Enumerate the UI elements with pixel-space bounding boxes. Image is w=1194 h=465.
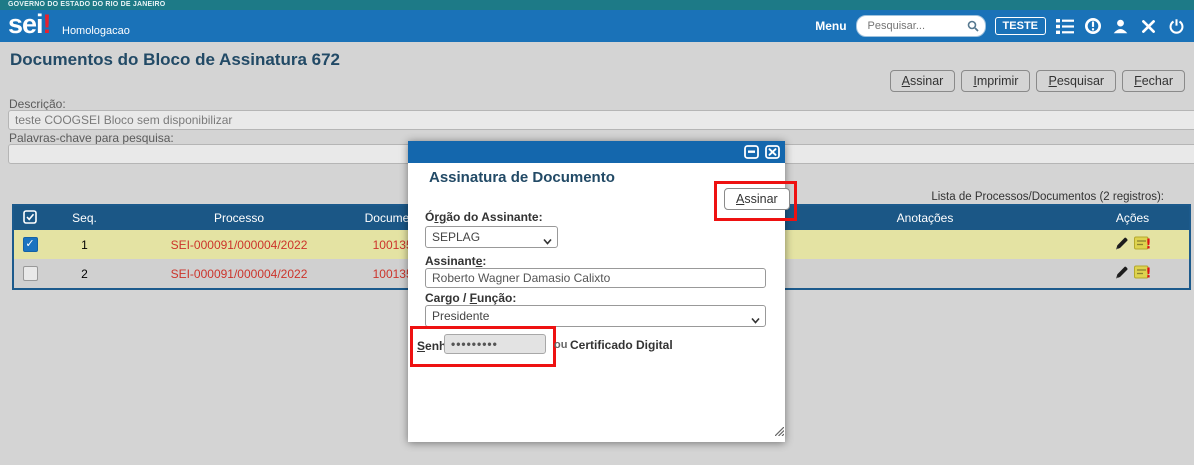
- modal-titlebar[interactable]: [408, 141, 785, 163]
- search-icon[interactable]: [967, 19, 979, 37]
- cell-seq: 2: [46, 259, 123, 289]
- cargo-label: Cargo / Função:: [425, 291, 516, 305]
- sei-logo-text: sei: [8, 9, 43, 39]
- header-acoes: Ações: [1076, 205, 1190, 230]
- orgao-label: Órgão do Assinante:: [425, 210, 543, 224]
- app-header: sei! Homologacao Menu TESTE: [0, 10, 1194, 42]
- power-icon[interactable]: [1167, 17, 1186, 36]
- list-caption: Lista de Processos/Documentos (2 registr…: [931, 191, 1164, 203]
- government-bar-text: GOVERNO DO ESTADO DO RIO DE JANEIRO: [8, 1, 165, 8]
- certificado-digital-link[interactable]: Certificado Digital: [570, 338, 673, 352]
- orgao-select[interactable]: SEPLAG: [425, 226, 558, 248]
- descricao-input[interactable]: [8, 110, 1194, 130]
- header-anotacoes: Anotações: [774, 205, 1076, 230]
- resize-handle-icon[interactable]: [775, 423, 784, 441]
- close-icon[interactable]: [764, 144, 780, 159]
- menu-link[interactable]: Menu: [815, 19, 846, 33]
- global-search: [856, 15, 986, 37]
- sei-logo[interactable]: sei!: [8, 9, 51, 40]
- header-seq: Seq.: [46, 205, 123, 230]
- header-actions: Menu TESTE: [815, 10, 1186, 42]
- processo-link[interactable]: SEI-000091/000004/2022: [171, 238, 308, 252]
- alert-circle-icon[interactable]: [1083, 17, 1102, 36]
- sei-logo-bang: !: [43, 9, 51, 39]
- header-processo: Processo: [123, 205, 355, 230]
- modal-assinar-button[interactable]: Assinar: [724, 188, 790, 210]
- cell-anotacoes: [774, 259, 1076, 289]
- imprimir-button[interactable]: Imprimir: [961, 70, 1030, 92]
- svg-text:!: !: [1146, 267, 1152, 280]
- processo-link[interactable]: SEI-000091/000004/2022: [171, 267, 308, 281]
- minimize-icon[interactable]: [743, 144, 759, 159]
- chevron-down-icon: [751, 313, 760, 327]
- page-toolbar: Assinar Imprimir Pesquisar Fechar: [890, 70, 1185, 92]
- cell-anotacoes: [774, 230, 1076, 259]
- annotation-note-icon[interactable]: !: [1134, 265, 1151, 282]
- government-bar: GOVERNO DO ESTADO DO RIO DE JANEIRO: [0, 0, 1194, 10]
- sei-application-window: GOVERNO DO ESTADO DO RIO DE JANEIRO sei!…: [0, 0, 1194, 465]
- user-unit-button[interactable]: TESTE: [995, 17, 1046, 35]
- assinante-input[interactable]: [425, 268, 766, 288]
- ou-label: ou: [554, 339, 567, 351]
- search-input[interactable]: [866, 17, 962, 35]
- chevron-down-icon: [543, 234, 552, 248]
- row-checkbox-unchecked[interactable]: [23, 266, 38, 281]
- select-all-checkbox[interactable]: [13, 205, 46, 230]
- page-title: Documentos do Bloco de Assinatura 672: [10, 50, 340, 70]
- cargo-select[interactable]: Presidente: [425, 305, 766, 327]
- row-checkbox-checked[interactable]: ✓: [23, 237, 38, 252]
- annotation-note-icon[interactable]: !: [1134, 236, 1151, 253]
- sign-pen-icon[interactable]: [1114, 265, 1129, 283]
- pesquisar-button[interactable]: Pesquisar: [1036, 70, 1116, 92]
- modal-title: Assinatura de Documento: [429, 169, 615, 186]
- cell-seq: 1: [46, 230, 123, 259]
- descricao-label: Descrição:: [9, 97, 66, 111]
- assinar-button[interactable]: Assinar: [890, 70, 956, 92]
- sign-pen-icon[interactable]: [1114, 236, 1129, 254]
- svg-text:!: !: [1146, 238, 1152, 251]
- assinante-label: Assinante:: [425, 254, 486, 268]
- user-icon[interactable]: [1111, 17, 1130, 36]
- environment-label: Homologacao: [62, 25, 130, 37]
- fechar-button[interactable]: Fechar: [1122, 70, 1185, 92]
- tools-icon[interactable]: [1139, 17, 1158, 36]
- palavras-chave-label: Palavras-chave para pesquisa:: [9, 131, 174, 145]
- assinatura-modal: Assinatura de Documento Assinar Órgão do…: [408, 141, 785, 442]
- senha-input[interactable]: [444, 334, 546, 354]
- blocks-icon[interactable]: [1055, 17, 1074, 36]
